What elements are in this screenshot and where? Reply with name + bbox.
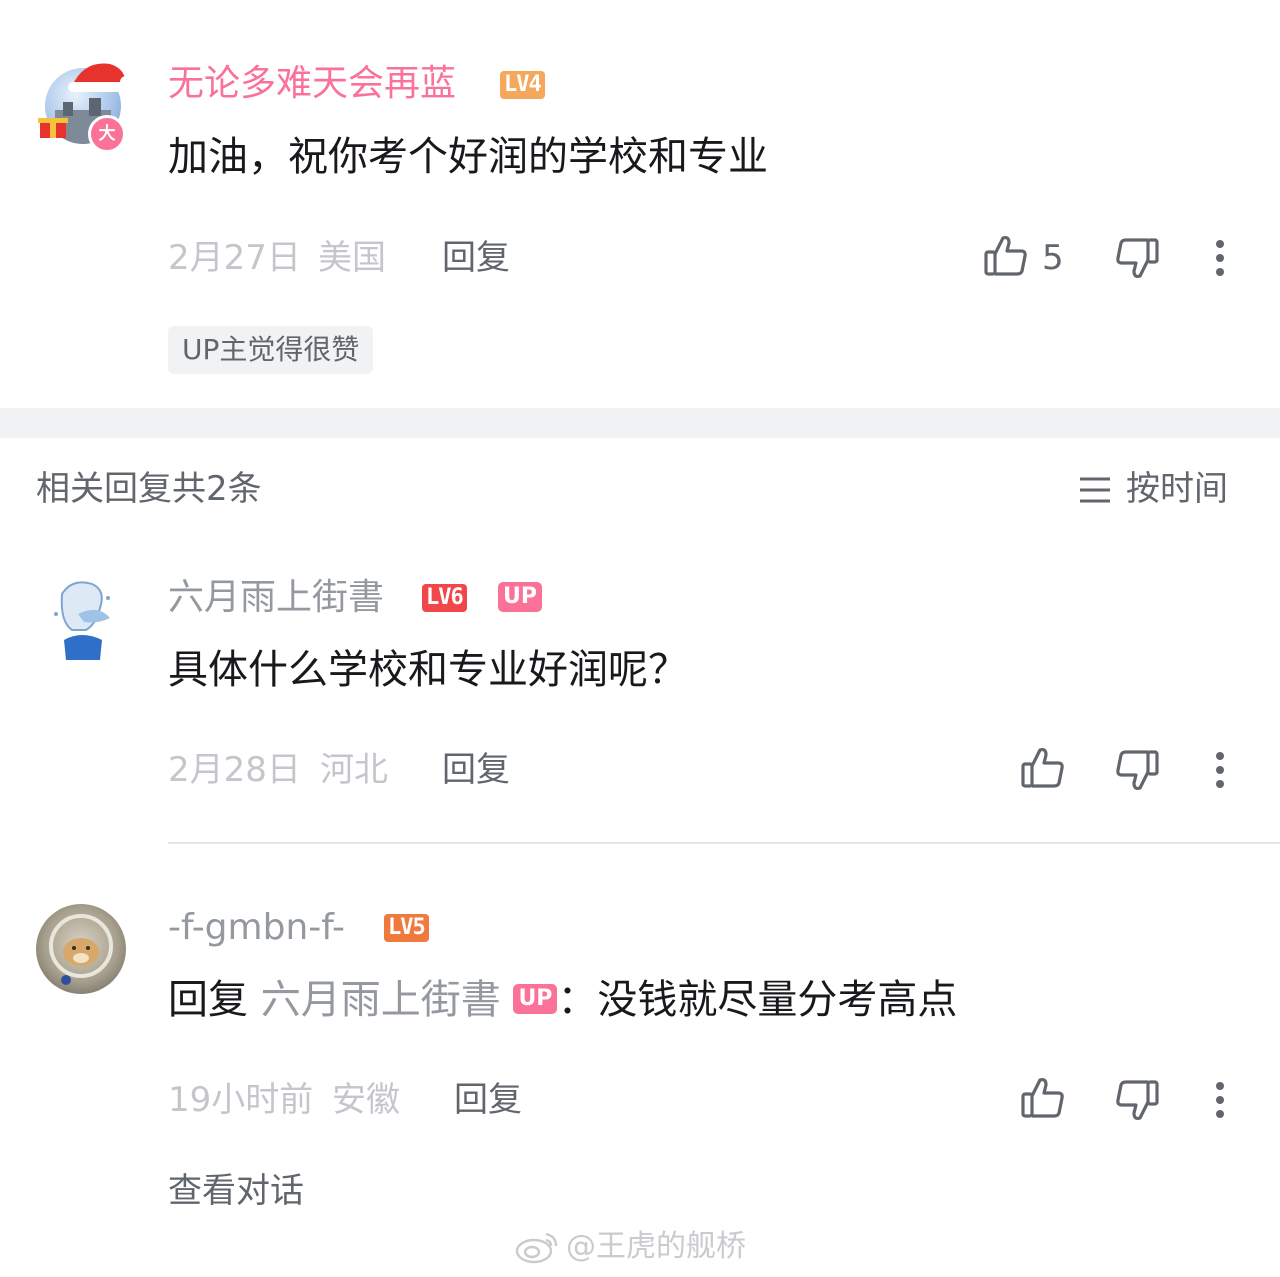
reply-prefix: 回复 bbox=[168, 977, 248, 1023]
avatar[interactable] bbox=[42, 574, 122, 664]
reply-button[interactable]: 回复 bbox=[442, 238, 510, 278]
mention-username[interactable]: 六月雨上街書 bbox=[261, 977, 501, 1023]
comment-date: 19小时前 bbox=[168, 1080, 314, 1120]
up-liked-tag: UP主觉得很赞 bbox=[168, 326, 374, 374]
watermark-text: @王虎的舰桥 bbox=[566, 1229, 746, 1264]
like-count: 5 bbox=[1042, 238, 1064, 278]
level-badge: LV4 bbox=[500, 71, 545, 99]
level-badge: LV5 bbox=[384, 914, 429, 942]
mention-up-badge: UP bbox=[513, 984, 558, 1014]
reply-button[interactable]: 回复 bbox=[454, 1080, 522, 1120]
comment-location: 河北 bbox=[320, 750, 388, 790]
weibo-icon bbox=[514, 1230, 560, 1268]
santa-hat-icon bbox=[66, 56, 134, 100]
more-icon[interactable] bbox=[1210, 1080, 1230, 1124]
thumbs-down-icon[interactable] bbox=[1114, 748, 1160, 796]
thumbs-down-icon[interactable] bbox=[1114, 1078, 1160, 1126]
avatar[interactable] bbox=[36, 904, 126, 994]
comment-date: 2月27日 bbox=[168, 238, 301, 278]
section-separator bbox=[0, 408, 1280, 438]
comment-content: 加油，祝你考个好润的学校和专业 bbox=[168, 134, 768, 180]
comment-content: 具体什么学校和专业好润呢？ bbox=[168, 647, 688, 693]
reply-text: ：没钱就尽量分考高点 bbox=[557, 977, 958, 1023]
sort-icon[interactable] bbox=[1078, 474, 1112, 510]
reply-divider bbox=[168, 842, 1280, 844]
more-icon[interactable] bbox=[1210, 238, 1230, 282]
thumbs-up-icon[interactable] bbox=[983, 234, 1029, 282]
comment-date: 2月28日 bbox=[168, 750, 301, 790]
username[interactable]: -f-gmbn-f- bbox=[168, 906, 345, 950]
view-conversation-link[interactable]: 查看对话 bbox=[168, 1170, 304, 1212]
comment-content: 回复 六月雨上街書 UP ：没钱就尽量分考高点 bbox=[168, 974, 957, 1026]
thumbs-down-icon[interactable] bbox=[1114, 236, 1160, 284]
comment-location: 美国 bbox=[318, 238, 386, 278]
thumbs-up-icon[interactable] bbox=[1020, 1076, 1066, 1124]
sort-button[interactable]: 按时间 bbox=[1126, 468, 1228, 510]
username[interactable]: 无论多难天会再蓝 bbox=[168, 62, 456, 106]
gift-icon bbox=[38, 112, 68, 144]
comment-location: 安徽 bbox=[332, 1080, 400, 1120]
more-icon[interactable] bbox=[1210, 750, 1230, 794]
thumbs-up-icon[interactable] bbox=[1020, 746, 1066, 794]
reply-button[interactable]: 回复 bbox=[442, 750, 510, 790]
username[interactable]: 六月雨上街書 bbox=[168, 576, 384, 620]
level-badge: LV6 bbox=[422, 584, 467, 612]
avatar-badge: 大 bbox=[88, 115, 126, 153]
up-badge: UP bbox=[498, 582, 542, 612]
replies-count-title: 相关回复共2条 bbox=[36, 469, 262, 509]
